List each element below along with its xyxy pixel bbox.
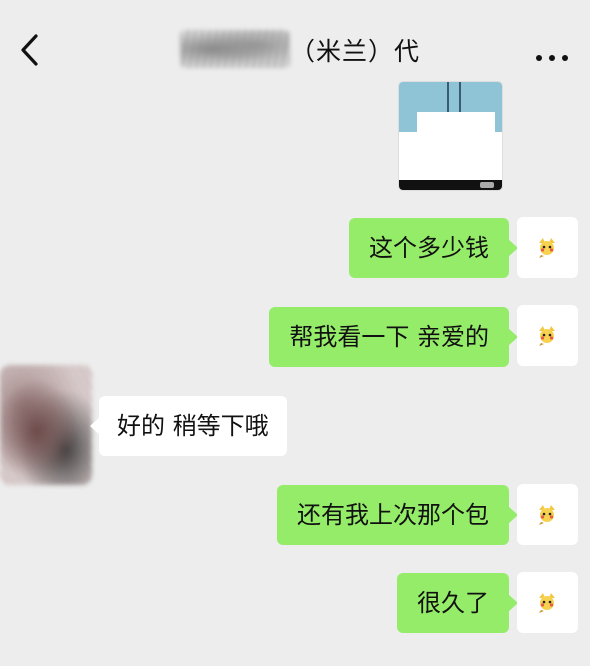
contact-name: （米兰）代	[290, 37, 421, 66]
back-chevron-icon[interactable]	[14, 30, 46, 70]
avatar-sticker-icon	[539, 238, 555, 258]
message-bubble-outgoing[interactable]: 很久了	[397, 573, 518, 633]
message-bubble-outgoing[interactable]: 帮我看一下 亲爱的	[269, 307, 518, 367]
more-icon[interactable]	[536, 46, 576, 61]
contact-name-blur	[180, 30, 290, 68]
contact-avatar[interactable]	[0, 365, 92, 485]
message-bubble-outgoing[interactable]: 这个多少钱	[349, 218, 518, 278]
avatar-sticker-icon	[539, 593, 555, 613]
avatar-sticker-icon	[539, 505, 555, 525]
message-bubble-incoming[interactable]: 好的 稍等下哦	[90, 396, 287, 456]
image-message[interactable]	[399, 82, 502, 190]
avatar-sticker-icon	[539, 326, 555, 346]
user-avatar[interactable]	[517, 305, 578, 366]
user-avatar[interactable]	[517, 217, 578, 278]
user-avatar[interactable]	[517, 484, 578, 545]
user-avatar[interactable]	[517, 572, 578, 633]
message-bubble-outgoing[interactable]: 还有我上次那个包	[277, 485, 518, 545]
